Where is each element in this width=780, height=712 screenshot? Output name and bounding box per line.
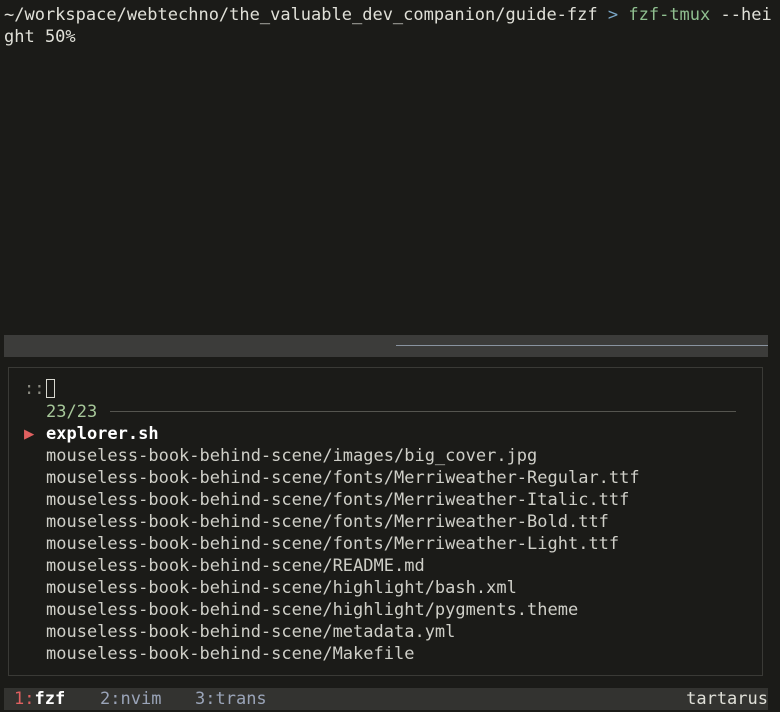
fzf-item-label: mouseless-book-behind-scene/images/big_c… [46,446,538,466]
fzf-selected-item[interactable]: ▶ explorer.sh [24,423,754,445]
fzf-item-label: mouseless-book-behind-scene/fonts/Merriw… [46,534,620,554]
fzf-list-item[interactable]: mouseless-book-behind-scene/fonts/Merriw… [24,511,754,533]
tmux-window-name: nvim [120,689,162,709]
tmux-status-bar: 1:fzf 2:nvim 3:trans tartarus [4,688,768,710]
fzf-item-label: mouseless-book-behind-scene/fonts/Merriw… [46,468,640,488]
tmux-window-1[interactable]: 1:fzf [14,688,65,710]
fzf-list-item[interactable]: mouseless-book-behind-scene/fonts/Merriw… [24,533,754,555]
fzf-results-list[interactable]: ▶ explorer.sh mouseless-book-behind-scene/… [24,423,754,665]
prompt-path: ~/workspace/webtechno/the_valuable_dev_c… [4,5,598,25]
tmux-window-index: 1: [14,689,35,709]
pane-divider-line [396,345,768,346]
fzf-item-label: mouseless-book-behind-scene/fonts/Merriw… [46,512,609,532]
fzf-list-item[interactable]: mouseless-book-behind-scene/metadata.yml [24,621,754,643]
tmux-hostname: tartarus [686,689,768,709]
fzf-list-item[interactable]: mouseless-book-behind-scene/highlight/py… [24,599,754,621]
fzf-item-label: mouseless-book-behind-scene/highlight/ba… [46,578,517,598]
fzf-list-item[interactable]: mouseless-book-behind-scene/highlight/ba… [24,577,754,599]
tmux-window-3[interactable]: 3:trans [195,688,267,710]
fzf-query-input[interactable] [46,379,55,398]
tmux-window-2[interactable]: 2:nvim [100,688,161,710]
terminal-window[interactable]: ~/workspace/webtechno/the_valuable_dev_c… [0,0,780,712]
prompt-symbol: > [607,5,619,25]
fzf-list-item[interactable]: mouseless-book-behind-scene/fonts/Merriw… [24,467,754,489]
tmux-window-index: 2: [100,689,121,709]
tmux-window-index: 3: [195,689,216,709]
tmux-window-name: fzf [34,689,66,709]
tmux-window-name: trans [215,689,267,709]
fzf-item-label: mouseless-book-behind-scene/fonts/Merriw… [46,490,630,510]
fzf-list-item[interactable]: mouseless-book-behind-scene/Makefile [24,643,754,665]
pointer-icon: ▶ [24,424,35,444]
fzf-list-item[interactable]: mouseless-book-behind-scene/fonts/Merriw… [24,489,754,511]
fzf-match-count: 23/23 [46,402,98,422]
fzf-item-label: mouseless-book-behind-scene/Makefile [46,644,415,664]
fzf-item-label: explorer.sh [46,424,159,444]
pane-divider [4,335,768,357]
fzf-list-item[interactable]: mouseless-book-behind-scene/images/big_c… [24,445,754,467]
fzf-item-label: mouseless-book-behind-scene/highlight/py… [46,600,579,620]
fzf-item-label: mouseless-book-behind-scene/metadata.yml [46,622,456,642]
fzf-item-label: mouseless-book-behind-scene/README.md [46,556,425,576]
fzf-list-item[interactable]: mouseless-book-behind-scene/README.md [24,555,754,577]
fzf-prompt-symbol: :: [24,379,45,399]
fzf-info-separator [110,411,736,412]
shell-prompt-line: ~/workspace/webtechno/the_valuable_dev_c… [4,4,776,48]
command-name: fzf-tmux [628,5,711,25]
